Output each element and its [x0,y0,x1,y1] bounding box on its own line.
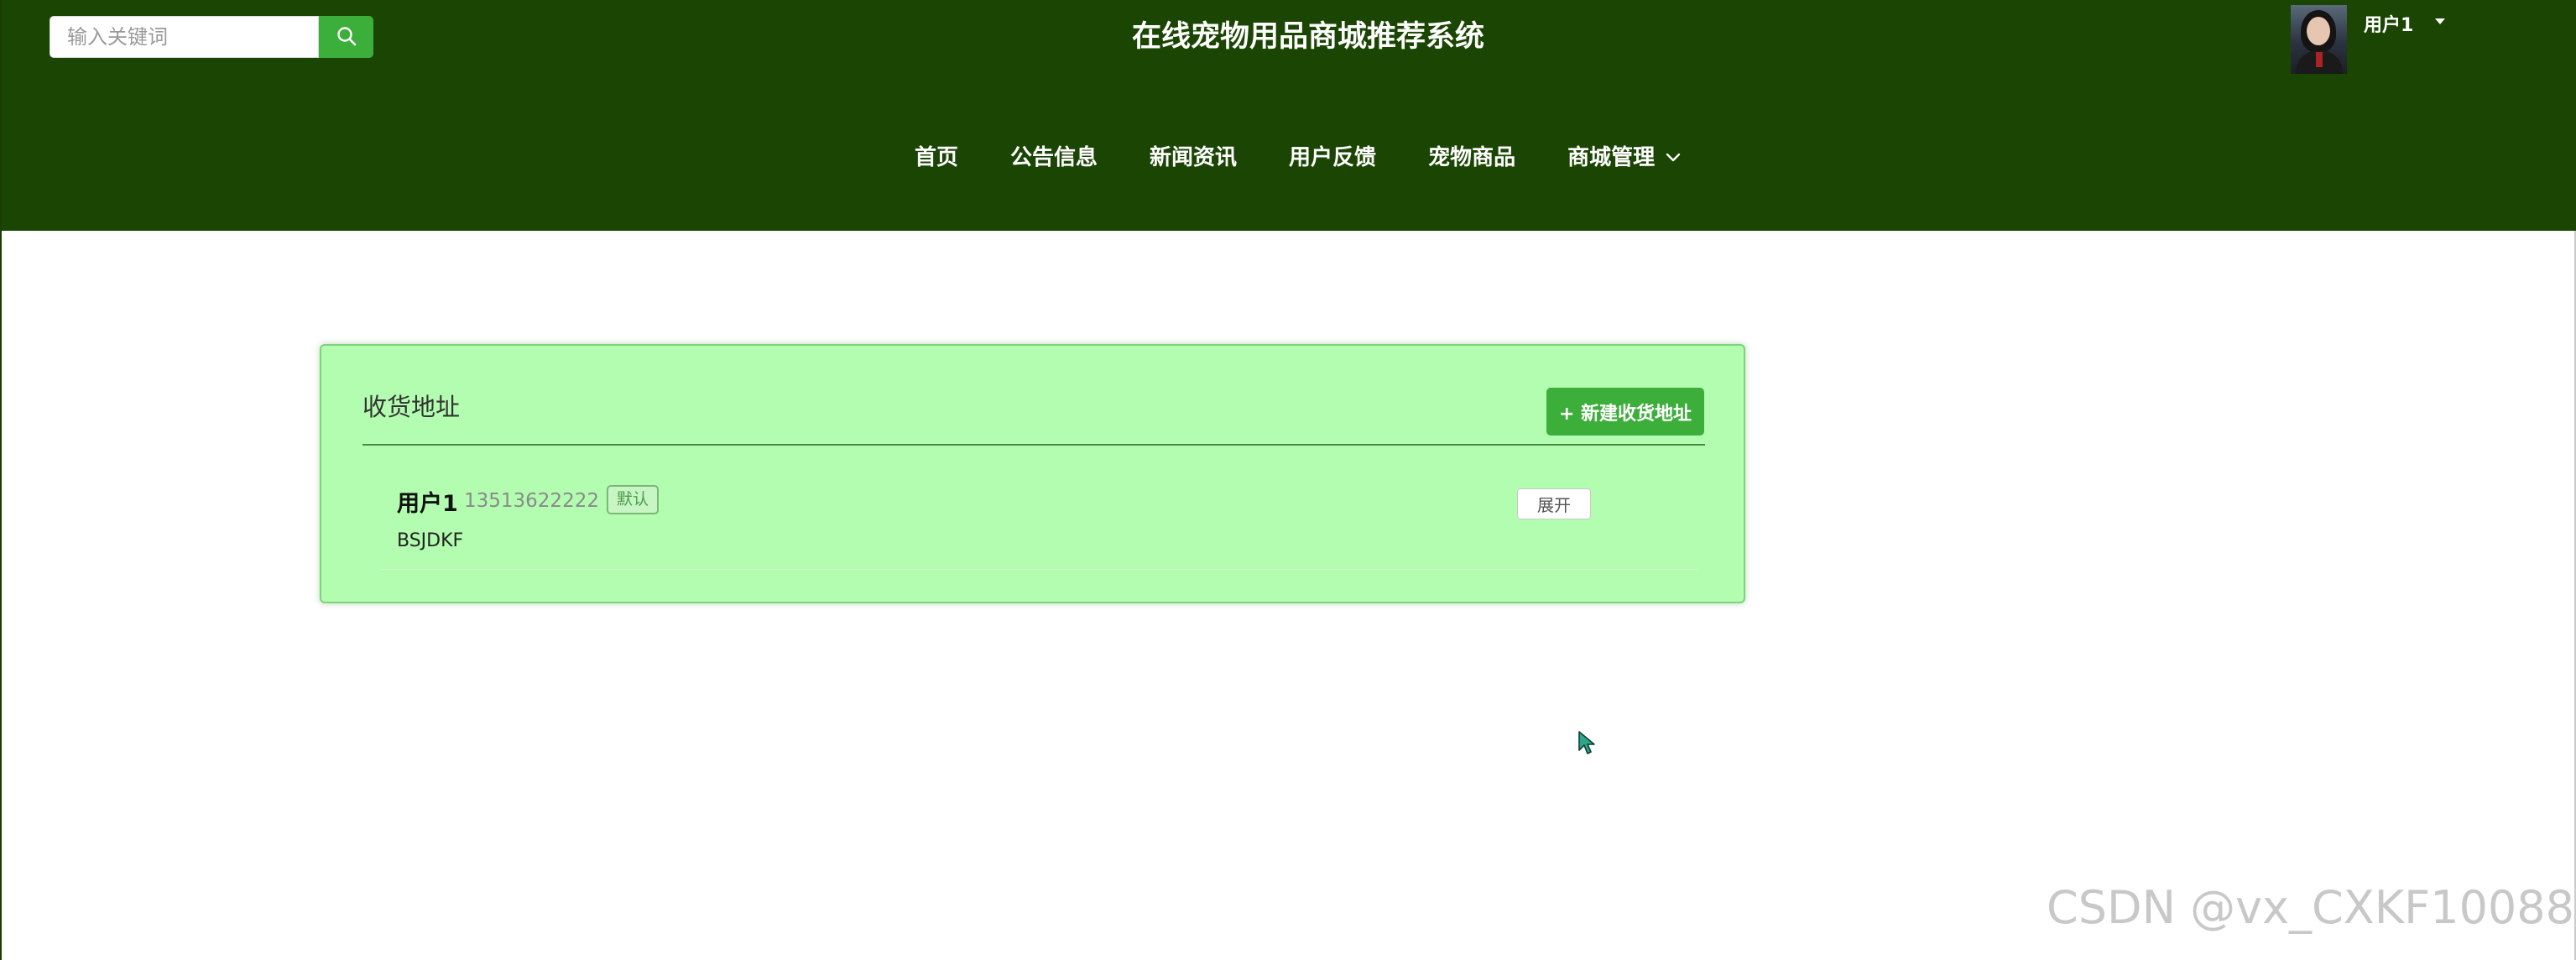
nav-item-feedback[interactable]: 用户反馈 [1289,141,1376,175]
mouse-cursor-icon [1577,730,1596,759]
nav-item-pet-products[interactable]: 宠物商品 [1428,141,1515,175]
address-panel: 收货地址 + 新建收货地址 用户1 13513622222 默认 BSJDKF … [320,344,1745,603]
nav-item-news[interactable]: 新闻资讯 [1150,141,1237,175]
address-text: BSJDKF [397,530,464,551]
divider [362,444,1705,446]
divider [380,569,1697,570]
panel-title: 收货地址 [362,393,461,421]
nav-item-label: 新闻资讯 [1150,145,1238,170]
nav-item-label: 首页 [915,145,959,170]
search-bar [50,16,373,58]
recipient-name: 用户1 [397,491,458,517]
new-address-button[interactable]: + 新建收货地址 [1546,388,1704,436]
watermark: CSDN @vx_CXKF10088 [2047,881,2574,934]
main-nav: 首页 公告信息 新闻资讯 用户反馈 宠物商品 商城管理 [915,141,1682,175]
nav-item-label: 公告信息 [1010,145,1098,170]
search-input[interactable] [50,16,319,58]
top-header: 在线宠物用品商城推荐系统 用户1 首页 公告信息 新闻资讯 用户反馈 宠物商品 … [2,0,2576,231]
recipient-phone: 13513622222 [464,490,599,512]
nav-item-label: 用户反馈 [1289,145,1377,170]
nav-item-label: 商城管理 [1567,145,1656,170]
nav-item-announcements[interactable]: 公告信息 [1010,141,1098,175]
expand-button[interactable]: 展开 [1517,488,1591,519]
chevron-down-icon [1665,152,1682,164]
site-title: 在线宠物用品商城推荐系统 [1132,20,1485,54]
search-button[interactable] [319,16,373,58]
nav-item-label: 宠物商品 [1428,145,1516,170]
address-item: 用户1 13513622222 默认 BSJDKF 展开 [380,472,1697,571]
default-badge: 默认 [607,485,660,514]
user-name[interactable]: 用户1 [2364,10,2413,37]
nav-item-mall-management[interactable]: 商城管理 [1567,141,1682,175]
avatar[interactable] [2291,5,2347,74]
caret-down-icon[interactable] [2435,18,2446,24]
user-menu[interactable]: 用户1 [2291,5,2446,74]
search-icon [336,25,357,50]
nav-item-home[interactable]: 首页 [915,141,958,175]
